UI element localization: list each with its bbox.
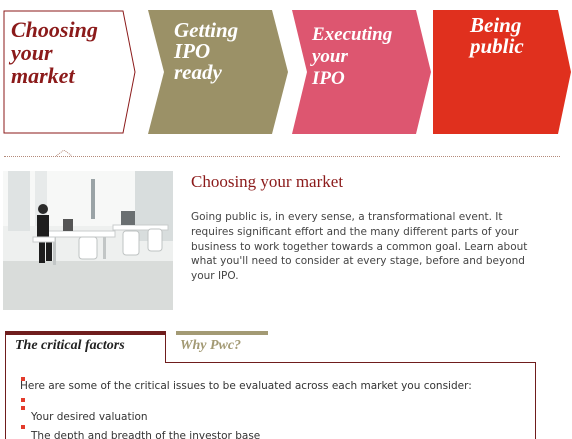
tab-critical-factors[interactable]: The critical factors xyxy=(5,331,166,363)
ipo-journey-steps: Choosing your market Getting IPO ready E… xyxy=(0,0,572,140)
step-getting-ipo-ready[interactable]: Getting IPO ready xyxy=(146,10,289,134)
step-choosing-your-market[interactable]: Choosing your market xyxy=(3,10,146,134)
step-being-public[interactable]: Being public xyxy=(433,10,572,134)
critical-factors-panel: Here are some of the critical issues to … xyxy=(5,362,536,439)
step-label: Being public xyxy=(470,13,524,58)
panel-lead-text: Here are some of the critical issues to … xyxy=(20,380,472,392)
list-item: Your desired valuation xyxy=(31,411,148,423)
section-divider xyxy=(4,156,560,157)
bullet-icon xyxy=(21,425,25,429)
tab-why-pwc[interactable]: Why Pwc? xyxy=(176,331,268,357)
office-photo-image xyxy=(3,171,173,310)
divider-notch xyxy=(56,150,72,157)
list-item: The depth and breadth of the investor ba… xyxy=(31,430,261,439)
bullet-icon xyxy=(21,406,25,410)
office-photo xyxy=(3,171,173,310)
intro-title: Choosing your market xyxy=(191,172,344,191)
tab-label: Why Pwc? xyxy=(180,338,242,353)
step-executing-your-ipo[interactable]: Executing your IPO xyxy=(292,10,432,134)
step-label: Choosing your market xyxy=(11,17,98,88)
step-label: Executing your IPO xyxy=(312,24,393,89)
intro-body: Going public is, in every sense, a trans… xyxy=(191,211,528,283)
step-label: Getting IPO ready xyxy=(174,18,239,84)
tab-label: The critical factors xyxy=(15,338,125,353)
bullet-icon xyxy=(21,398,25,402)
